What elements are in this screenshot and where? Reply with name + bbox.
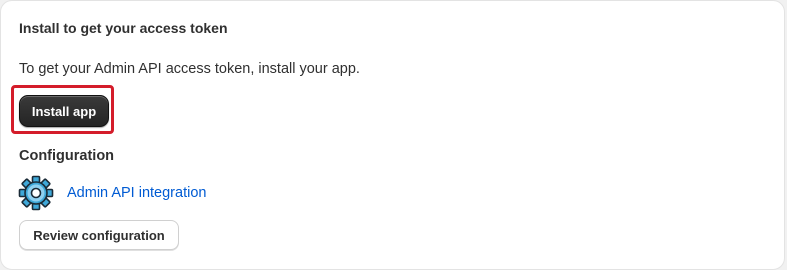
section-description: To get your Admin API access token, inst… bbox=[19, 61, 360, 77]
admin-api-integration-link[interactable]: Admin API integration bbox=[67, 184, 206, 202]
gear-icon bbox=[18, 175, 54, 211]
configuration-heading: Configuration bbox=[19, 148, 115, 164]
install-card: Install to get your access token To get … bbox=[0, 0, 785, 270]
section-title: Install to get your access token bbox=[19, 20, 228, 36]
install-app-button[interactable]: Install app bbox=[19, 95, 109, 127]
review-configuration-button[interactable]: Review configuration bbox=[19, 220, 179, 250]
